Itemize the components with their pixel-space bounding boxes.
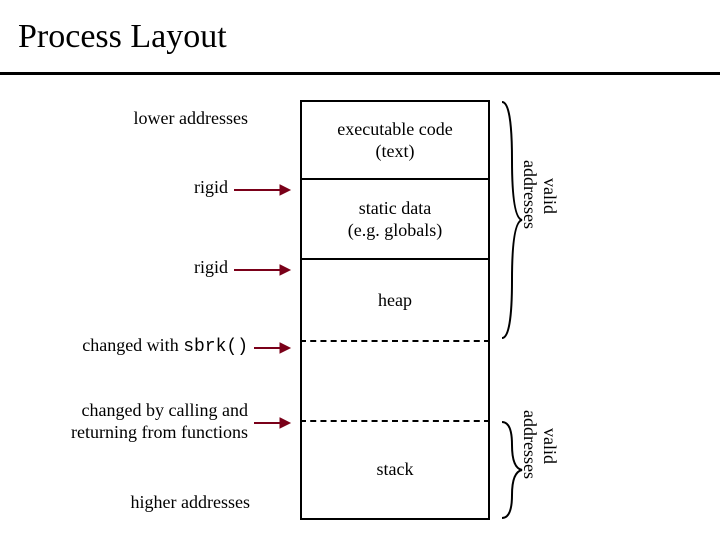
segment-stack: stack xyxy=(300,420,490,520)
lower-addresses-label: lower addresses xyxy=(18,108,248,129)
rigid-label-2: rigid xyxy=(18,257,228,278)
segment-heap-label: heap xyxy=(302,289,488,312)
rigid-label-1: rigid xyxy=(18,177,228,198)
sbrk-code: sbrk() xyxy=(183,337,248,357)
segment-text-l1: executable code xyxy=(302,118,488,141)
heap-boundary xyxy=(300,340,490,342)
segment-heap: heap xyxy=(300,260,490,340)
segment-data: static data (e.g. globals) xyxy=(300,180,490,260)
page-title: Process Layout xyxy=(18,18,227,56)
sbrk-text: changed with xyxy=(82,335,183,355)
arrow-icon xyxy=(232,262,292,278)
arrow-icon xyxy=(232,182,292,198)
memory-layout: executable code (text) static data (e.g.… xyxy=(300,100,490,520)
arrow-icon xyxy=(252,340,292,356)
segment-stack-label: stack xyxy=(302,458,488,481)
arrow-icon xyxy=(252,415,292,431)
stack-boundary xyxy=(300,420,490,422)
valid-label-2: valid xyxy=(539,428,560,464)
valid-label-1: valid xyxy=(539,178,560,214)
addresses-label-2: addresses xyxy=(519,410,540,479)
sbrk-label: changed with sbrk() xyxy=(18,335,248,357)
higher-addresses-label: higher addresses xyxy=(60,492,250,513)
segment-text: executable code (text) xyxy=(300,100,490,180)
addresses-label-1: addresses xyxy=(519,160,540,229)
call-return-label: changed by calling and returning from fu… xyxy=(18,400,248,443)
segment-text-l2: (text) xyxy=(302,140,488,163)
segment-data-l1: static data xyxy=(302,197,488,220)
segment-data-l2: (e.g. globals) xyxy=(302,219,488,242)
title-rule xyxy=(0,72,720,75)
segment-gap xyxy=(300,340,490,420)
